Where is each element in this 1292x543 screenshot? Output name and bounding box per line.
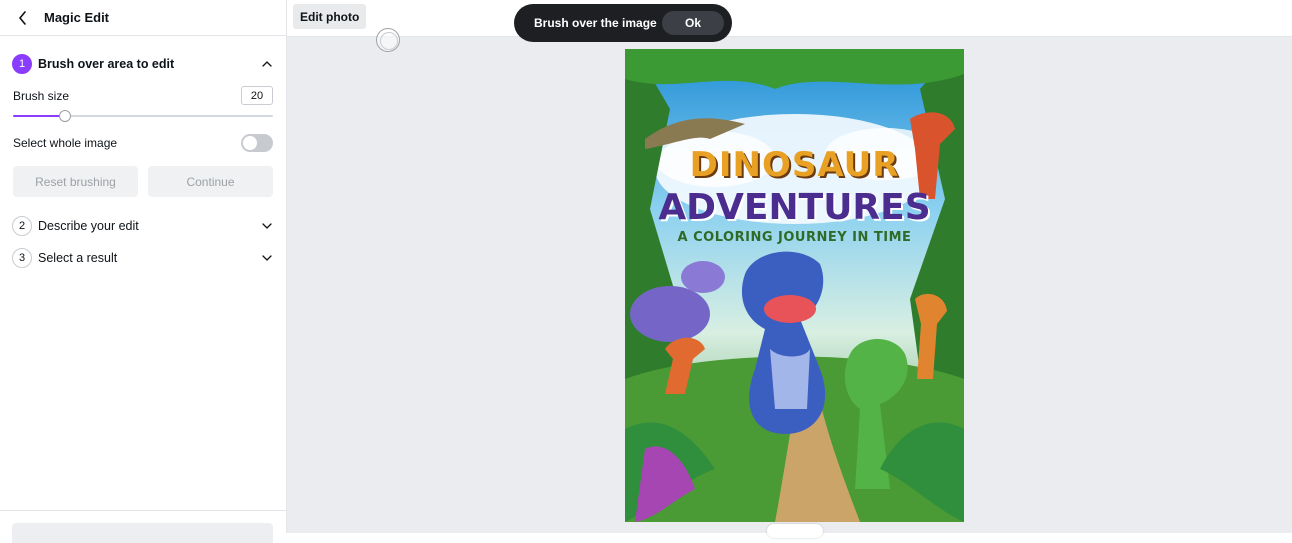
continue-button[interactable]: Continue (148, 166, 273, 197)
toast-text: Brush over the image (534, 16, 662, 30)
rotate-handle[interactable] (767, 524, 823, 538)
cover-image[interactable]: DINOSAUR ADVENTURES A COLORING JOURNEY I… (625, 49, 964, 522)
select-whole-toggle[interactable] (241, 134, 273, 152)
step-3-header[interactable]: 3 Select a result (0, 248, 286, 268)
slider-thumb[interactable] (59, 110, 71, 122)
edit-photo-button[interactable]: Edit photo (293, 4, 366, 29)
brush-cursor-icon (376, 28, 400, 52)
toast-ok-button[interactable]: Ok (662, 11, 724, 35)
step-2-header[interactable]: 2 Describe your edit (0, 216, 286, 236)
select-whole-row: Select whole image (0, 134, 286, 152)
select-whole-label: Select whole image (13, 136, 241, 150)
toggle-knob (243, 136, 257, 150)
step-2-label: Describe your edit (38, 219, 260, 233)
magic-edit-panel: Magic Edit 1 Brush over area to edit Bru… (0, 0, 287, 533)
back-button[interactable] (14, 9, 32, 27)
chevron-down-icon[interactable] (260, 219, 274, 233)
brush-size-label: Brush size (13, 89, 241, 103)
action-buttons: Reset brushing Continue (0, 166, 286, 197)
editor-topbar: Edit photo (287, 0, 1292, 37)
reset-brushing-button[interactable]: Reset brushing (13, 166, 138, 197)
brush-toast: Brush over the image Ok (514, 4, 732, 42)
panel-title: Magic Edit (44, 10, 109, 25)
cover-artwork (625, 49, 964, 522)
step-3-label: Select a result (38, 251, 260, 265)
panel-header: Magic Edit (0, 0, 286, 36)
brush-size-slider[interactable] (13, 109, 273, 123)
step-1-label: Brush over area to edit (38, 57, 260, 71)
step-1-header[interactable]: 1 Brush over area to edit (0, 54, 286, 74)
chevron-up-icon[interactable] (260, 57, 274, 71)
chevron-down-icon[interactable] (260, 251, 274, 265)
step-2-number: 2 (12, 216, 32, 236)
step-3-number: 3 (12, 248, 32, 268)
chevron-left-icon (18, 11, 28, 25)
footer-button[interactable] (12, 523, 273, 543)
step-1-number: 1 (12, 54, 32, 74)
brush-size-row: Brush size 20 (0, 86, 286, 105)
brush-size-input[interactable]: 20 (241, 86, 273, 105)
panel-footer (0, 510, 286, 533)
slider-fill (13, 115, 65, 117)
